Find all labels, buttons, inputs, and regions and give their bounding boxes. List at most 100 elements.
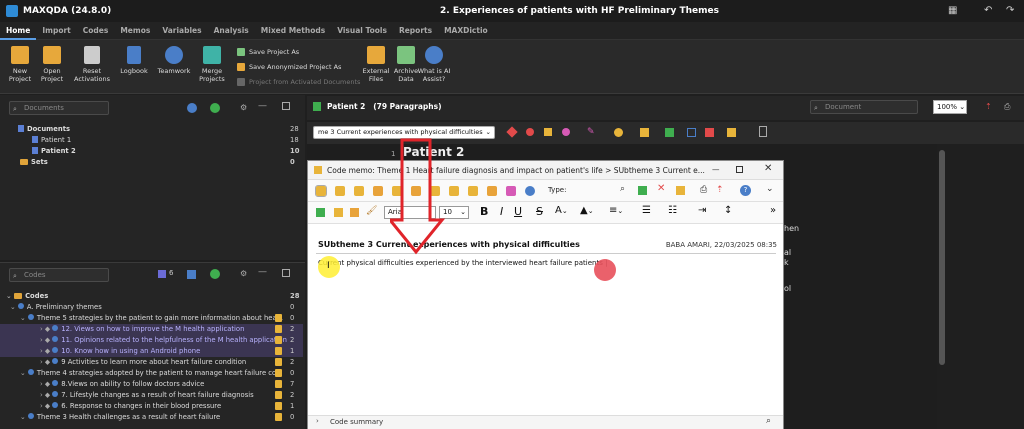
memo-icon[interactable] xyxy=(275,336,282,344)
brush-icon[interactable]: 🖌 xyxy=(366,206,377,216)
expand-icon[interactable]: › ◆ xyxy=(40,380,52,388)
comment-icon[interactable] xyxy=(727,128,736,137)
code-row[interactable]: ⌄ A. Preliminary themes 0 xyxy=(0,302,303,313)
memo-icon[interactable] xyxy=(275,391,282,399)
minimize-panel-icon[interactable]: — xyxy=(258,267,267,277)
memo-type-icon[interactable] xyxy=(354,186,364,196)
export-icon[interactable]: ⇡ xyxy=(716,185,724,195)
expand-icon[interactable]: › ◆ xyxy=(40,336,52,344)
expand-icon[interactable]: ⌄ xyxy=(20,369,28,377)
logbook-button[interactable]: Logbook xyxy=(114,46,154,75)
memo-icon[interactable] xyxy=(275,413,282,421)
menu-analysis[interactable]: Analysis xyxy=(208,22,255,40)
print-icon[interactable]: ⎙ xyxy=(1004,102,1010,112)
minimize-panel-icon[interactable]: — xyxy=(258,101,267,111)
memo-type-icon[interactable] xyxy=(335,186,345,196)
link-memo-icon[interactable] xyxy=(676,186,685,195)
insert-table-icon[interactable] xyxy=(350,208,359,217)
menu-variables[interactable]: Variables xyxy=(156,22,207,40)
code-row[interactable]: ⌄ Theme 5 strategies by the patient to g… xyxy=(0,313,303,324)
codes-search-input[interactable]: ⌕ Codes xyxy=(9,268,109,282)
save-anonymized-button[interactable]: Save Anonymized Project As xyxy=(237,61,341,73)
expand-icon[interactable]: ⌄ xyxy=(20,314,28,322)
undo-icon[interactable]: ↶ xyxy=(984,5,992,16)
vertical-scrollbar[interactable] xyxy=(939,150,945,365)
minimize-icon[interactable]: — xyxy=(712,165,720,174)
maximize-panel-icon[interactable] xyxy=(282,269,290,277)
memo-type-icon[interactable] xyxy=(525,186,535,196)
delete-code-icon[interactable] xyxy=(705,128,714,137)
expand-icon[interactable]: › ◆ xyxy=(40,347,52,355)
zoom-select[interactable]: 100% ⌄ xyxy=(933,100,967,114)
document-patient-2[interactable]: Patient 2 10 xyxy=(32,146,303,157)
memo-icon[interactable] xyxy=(275,380,282,388)
search-icon[interactable]: ⌕ xyxy=(620,184,625,194)
emoji-icon[interactable] xyxy=(614,128,623,137)
open-project-button[interactable]: Open Project xyxy=(32,46,72,83)
code-row[interactable]: › ◆ 9 Activities to learn more about hea… xyxy=(0,357,303,368)
document-patient-1[interactable]: Patient 1 18 xyxy=(32,135,303,146)
memo-type-icon[interactable] xyxy=(487,186,497,196)
insert-date-icon[interactable] xyxy=(316,208,325,217)
menu-memos[interactable]: Memos xyxy=(114,22,156,40)
delete-icon[interactable]: ✕ xyxy=(657,183,665,194)
strikethrough-button[interactable]: S xyxy=(536,205,543,218)
close-icon[interactable]: ✕ xyxy=(764,163,772,174)
memo-type-icon[interactable] xyxy=(373,186,383,196)
code-row[interactable]: › ◆ 6. Response to changes in their bloo… xyxy=(0,401,303,412)
documents-root[interactable]: Documents 28 xyxy=(18,124,303,135)
project-from-activated-button[interactable]: Project from Activated Documents xyxy=(237,76,360,88)
dropdown-icon[interactable]: ⌄ xyxy=(766,184,774,194)
help-icon[interactable]: ? xyxy=(740,185,751,196)
save-project-as-button[interactable]: Save Project As xyxy=(237,46,299,58)
bold-button[interactable]: B xyxy=(480,205,488,218)
search-icon[interactable]: ⌕ xyxy=(766,416,771,426)
align-button[interactable]: ≡⌄ xyxy=(609,205,623,216)
italic-button[interactable]: I xyxy=(500,205,503,218)
more-tools-icon[interactable]: » xyxy=(770,205,776,216)
expand-icon[interactable]: ⌄ xyxy=(10,303,18,311)
expand-icon[interactable]: › ◆ xyxy=(40,391,52,399)
code-icon[interactable] xyxy=(506,126,518,138)
code-emoticon-icon[interactable] xyxy=(562,128,570,136)
layout-icon[interactable]: ▦ xyxy=(948,5,957,16)
teamwork-button[interactable]: Teamwork xyxy=(154,46,194,75)
expand-icon[interactable]: › ◆ xyxy=(40,358,52,366)
documents-search-input[interactable]: ⌕ Documents xyxy=(9,101,109,115)
highlighter-icon[interactable]: ✎ xyxy=(587,127,595,137)
numbered-list-button[interactable]: ☷ xyxy=(668,205,677,216)
menu-maxdictio[interactable]: MAXDictio xyxy=(438,22,494,40)
memo-icon[interactable] xyxy=(640,128,649,137)
sidebar-toggle-icon[interactable] xyxy=(759,126,767,137)
memo-icon[interactable] xyxy=(275,358,282,366)
sets-node[interactable]: Sets 0 xyxy=(20,157,303,168)
memo-type-icon[interactable] xyxy=(468,186,478,196)
menu-mixed-methods[interactable]: Mixed Methods xyxy=(255,22,331,40)
menu-codes[interactable]: Codes xyxy=(77,22,115,40)
memo-icon[interactable] xyxy=(275,369,282,377)
code-in-vivo-icon[interactable] xyxy=(526,128,534,136)
redo-icon[interactable]: ↷ xyxy=(1006,5,1014,16)
activated-codes-icon[interactable] xyxy=(158,270,166,278)
insert-image-icon[interactable] xyxy=(334,208,343,217)
expand-icon[interactable]: › ◆ xyxy=(40,402,52,410)
add-code-icon[interactable] xyxy=(210,269,220,279)
line-spacing-button[interactable]: ↕ xyxy=(724,205,732,216)
ai-icon[interactable] xyxy=(638,186,647,195)
settings-icon[interactable]: ⚙ xyxy=(240,269,247,278)
indent-button[interactable]: ⇥ xyxy=(698,205,706,216)
memo-icon[interactable] xyxy=(275,325,282,333)
codes-root[interactable]: ⌄ Codes 28 xyxy=(6,291,303,302)
ai-assist-button[interactable]: What is AI Assist? xyxy=(414,46,454,83)
maximize-panel-icon[interactable] xyxy=(282,102,290,110)
code-row[interactable]: › ◆ 12. Views on how to improve the M he… xyxy=(0,324,303,335)
memo-icon[interactable] xyxy=(275,347,282,355)
code-row[interactable]: › ◆ 11. Opinions related to the helpfuln… xyxy=(0,335,303,346)
memo-type-icon[interactable] xyxy=(506,186,516,196)
print-icon[interactable]: ⎙ xyxy=(700,185,707,195)
code-row[interactable]: › ◆ 7. Lifestyle changes as a result of … xyxy=(0,390,303,401)
maximize-icon[interactable] xyxy=(736,166,743,173)
highlight-color-button[interactable]: ▲⌄ xyxy=(580,205,594,216)
document-search-input[interactable]: ⌕ Document xyxy=(810,100,918,114)
settings-icon[interactable]: ⚙ xyxy=(240,103,247,112)
